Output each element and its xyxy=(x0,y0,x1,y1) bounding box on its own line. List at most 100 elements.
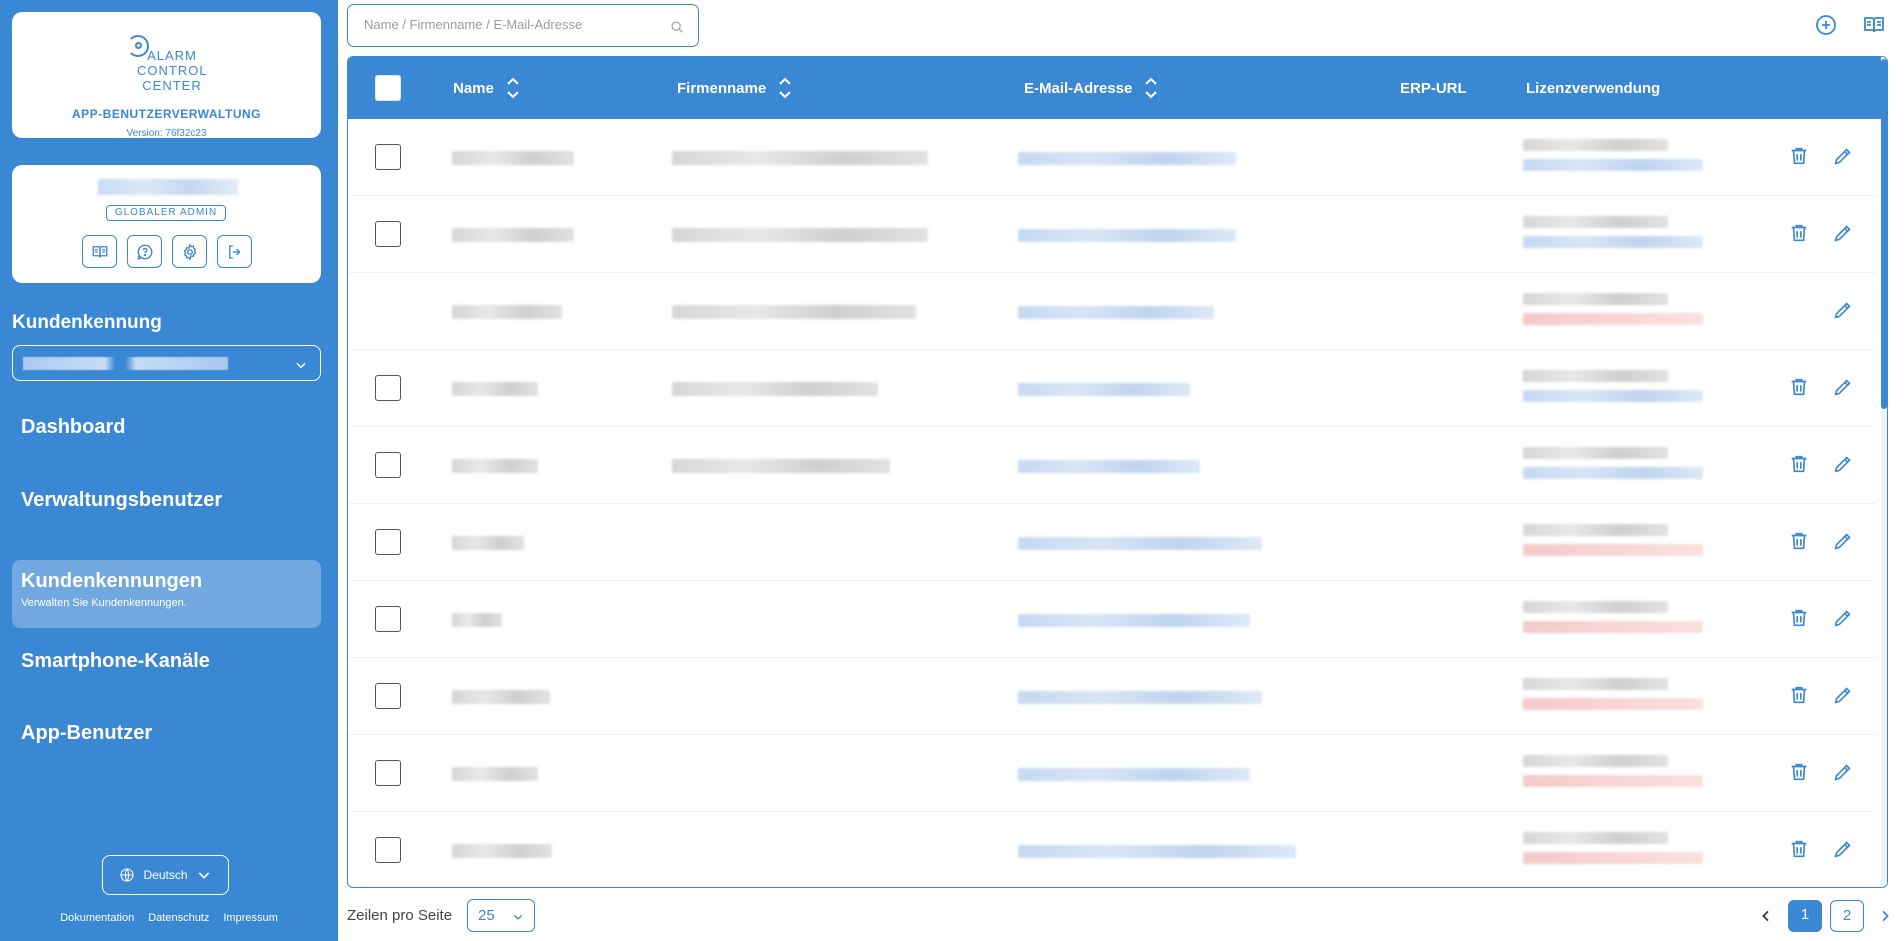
table-row[interactable] xyxy=(348,350,1876,427)
documentation-button[interactable] xyxy=(82,235,117,268)
sidebar-item-dashboard[interactable]: Dashboard xyxy=(12,400,321,468)
table-row[interactable] xyxy=(348,273,1876,350)
firmenname-cell-redacted xyxy=(672,382,878,396)
license-line1-redacted xyxy=(1523,293,1668,305)
license-line2-redacted xyxy=(1523,159,1703,171)
row-checkbox[interactable] xyxy=(375,529,401,555)
sidebar: ALARM CONTROL CENTER APP-BENUTZERVERWALT… xyxy=(0,0,338,941)
trash-icon[interactable] xyxy=(1788,530,1810,552)
edit-pencil-icon[interactable] xyxy=(1832,299,1854,321)
column-header-firmenname[interactable]: Firmenname xyxy=(677,57,792,119)
search-input[interactable] xyxy=(364,17,664,32)
footer-link-impressum[interactable]: Impressum xyxy=(223,912,277,924)
gear-icon xyxy=(183,242,196,261)
previous-page-icon[interactable] xyxy=(1758,907,1774,925)
next-page-icon[interactable] xyxy=(1877,907,1893,925)
page-button-2[interactable]: 2 xyxy=(1830,900,1864,932)
logout-button[interactable] xyxy=(217,235,252,268)
column-header-name[interactable]: Name xyxy=(453,57,520,119)
row-checkbox[interactable] xyxy=(375,837,401,863)
trash-icon[interactable] xyxy=(1788,145,1810,167)
email-cell-redacted xyxy=(1018,229,1236,242)
license-line2-redacted xyxy=(1523,698,1703,710)
trash-icon[interactable] xyxy=(1788,684,1810,706)
firmenname-cell-redacted xyxy=(672,305,916,319)
sidebar-item-smartphone-kanaele[interactable]: Smartphone-Kanäle xyxy=(12,634,321,702)
license-line1-redacted xyxy=(1523,601,1668,613)
column-label: Lizenzverwendung xyxy=(1526,79,1661,97)
edit-pencil-icon[interactable] xyxy=(1832,684,1854,706)
row-checkbox[interactable] xyxy=(375,144,401,170)
sidebar-item-kundenkennungen[interactable]: Kundenkennungen Verwalten Sie Kundenkenn… xyxy=(12,560,321,628)
edit-pencil-icon[interactable] xyxy=(1832,453,1854,475)
sort-icon[interactable] xyxy=(1144,76,1158,100)
row-checkbox[interactable] xyxy=(375,760,401,786)
edit-pencil-icon[interactable] xyxy=(1832,530,1854,552)
book-icon[interactable] xyxy=(1862,13,1886,37)
scrollbar-thumb[interactable] xyxy=(1881,59,1887,409)
trash-icon[interactable] xyxy=(1788,761,1810,783)
trash-icon[interactable] xyxy=(1788,838,1810,860)
page-button-1[interactable]: 1 xyxy=(1788,900,1822,932)
table-row[interactable] xyxy=(348,812,1876,887)
footer-link-dokumentation[interactable]: Dokumentation xyxy=(60,912,134,924)
row-checkbox[interactable] xyxy=(375,375,401,401)
sort-icon[interactable] xyxy=(506,76,520,100)
column-label: ERP-URL xyxy=(1400,79,1467,97)
table-row[interactable] xyxy=(348,196,1876,273)
trash-icon[interactable] xyxy=(1788,607,1810,629)
table-row[interactable] xyxy=(348,658,1876,735)
data-table: Name Firmenname E-Mail-Adresse ERP-URL L xyxy=(347,56,1888,888)
table-row[interactable] xyxy=(348,735,1876,812)
footer-link-datenschutz[interactable]: Datenschutz xyxy=(148,912,209,924)
license-line2-redacted xyxy=(1523,467,1703,479)
edit-pencil-icon[interactable] xyxy=(1832,838,1854,860)
column-header-email[interactable]: E-Mail-Adresse xyxy=(1024,57,1158,119)
app-title: APP-BENUTZERVERWALTUNG xyxy=(71,107,261,121)
trash-icon[interactable] xyxy=(1788,222,1810,244)
email-cell-redacted xyxy=(1018,614,1250,627)
sidebar-item-verwaltungsbenutzer[interactable]: Verwaltungsbenutzer xyxy=(12,473,321,541)
column-label: Name xyxy=(453,79,494,97)
email-cell-redacted xyxy=(1018,306,1214,319)
edit-pencil-icon[interactable] xyxy=(1832,607,1854,629)
email-cell-redacted xyxy=(1018,691,1262,704)
trash-icon[interactable] xyxy=(1788,453,1810,475)
name-cell-redacted xyxy=(452,151,574,165)
settings-button[interactable] xyxy=(172,235,207,268)
language-select[interactable]: Deutsch xyxy=(102,855,229,895)
chevron-down-icon xyxy=(514,915,522,920)
rows-per-page-label: Zeilen pro Seite xyxy=(347,907,453,924)
row-checkbox[interactable] xyxy=(375,606,401,632)
email-cell-redacted xyxy=(1018,383,1190,396)
rows-per-page-select[interactable]: 25 xyxy=(467,899,535,932)
help-button[interactable] xyxy=(127,235,162,268)
row-checkbox[interactable] xyxy=(375,452,401,478)
trash-icon[interactable] xyxy=(1788,376,1810,398)
edit-pencil-icon[interactable] xyxy=(1832,761,1854,783)
email-cell-redacted xyxy=(1018,768,1250,781)
sidebar-item-label: App-Benutzer xyxy=(21,722,153,744)
edit-pencil-icon[interactable] xyxy=(1832,376,1854,398)
column-header-lizenzverwendung: Lizenzverwendung xyxy=(1526,57,1660,119)
edit-pencil-icon[interactable] xyxy=(1832,145,1854,167)
table-row[interactable] xyxy=(348,504,1876,581)
row-checkbox[interactable] xyxy=(375,221,401,247)
sidebar-item-app-benutzer[interactable]: App-Benutzer xyxy=(12,706,321,774)
table-row[interactable] xyxy=(348,581,1876,658)
name-cell-redacted xyxy=(452,228,574,242)
edit-pencil-icon[interactable] xyxy=(1832,222,1854,244)
kundenkennung-select[interactable] xyxy=(12,345,321,381)
user-name-redacted xyxy=(98,179,238,195)
name-cell-redacted xyxy=(452,382,538,396)
add-icon[interactable] xyxy=(1814,13,1838,37)
email-cell-redacted xyxy=(1018,537,1262,550)
sidebar-item-label: Dashboard xyxy=(21,416,126,438)
search-icon[interactable] xyxy=(670,20,684,34)
row-checkbox[interactable] xyxy=(375,683,401,709)
sort-icon[interactable] xyxy=(778,76,792,100)
table-row[interactable] xyxy=(348,119,1876,196)
select-all-checkbox[interactable] xyxy=(375,75,401,101)
brand-card: ALARM CONTROL CENTER APP-BENUTZERVERWALT… xyxy=(12,12,321,139)
table-row[interactable] xyxy=(348,427,1876,504)
